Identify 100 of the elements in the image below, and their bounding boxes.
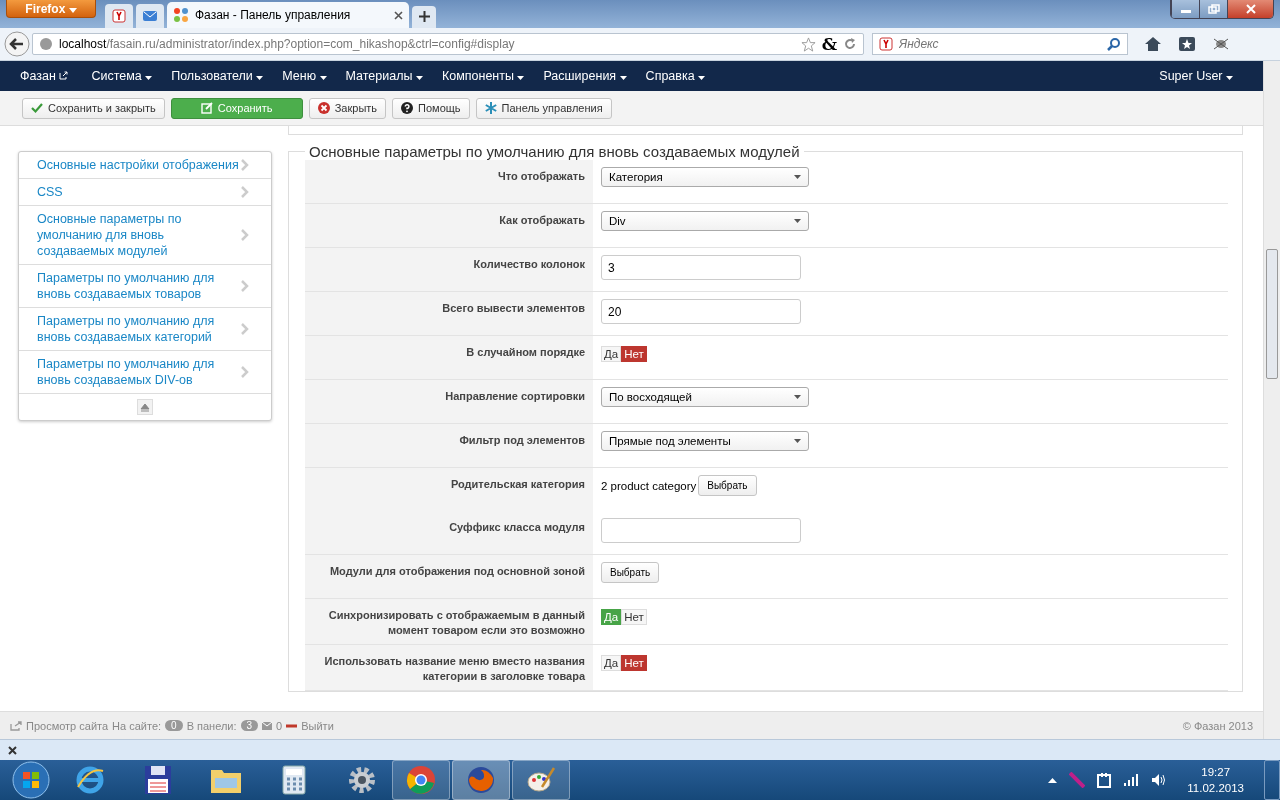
close-icon[interactable] bbox=[8, 745, 17, 755]
pinned-tab[interactable] bbox=[105, 4, 133, 28]
field-label: Суффикс класса модуля bbox=[449, 521, 585, 533]
pinned-tab[interactable] bbox=[136, 4, 164, 28]
caret-icon bbox=[794, 395, 801, 399]
sidebar-item[interactable]: CSS bbox=[19, 179, 271, 206]
clock-time: 19:27 bbox=[1201, 765, 1231, 780]
menu-item[interactable]: Справка bbox=[645, 69, 706, 83]
yandex-icon bbox=[112, 9, 126, 23]
toolbar-button[interactable]: Панель управления bbox=[475, 97, 612, 119]
restore-button[interactable] bbox=[1199, 0, 1227, 18]
caret-icon bbox=[794, 439, 801, 443]
taskbar-app[interactable] bbox=[392, 760, 450, 800]
taskbar-app[interactable] bbox=[452, 760, 510, 800]
select-button[interactable]: Выбрать bbox=[601, 562, 660, 583]
menu-item[interactable]: Меню bbox=[282, 69, 327, 83]
plus-icon bbox=[418, 11, 430, 22]
dropdown[interactable]: Div bbox=[601, 211, 809, 231]
caret-icon bbox=[794, 219, 801, 223]
toggle-option[interactable]: Да bbox=[601, 346, 622, 362]
dropdown[interactable]: По восходящей bbox=[601, 387, 809, 407]
reload-icon[interactable] bbox=[843, 37, 857, 51]
chevron-icon bbox=[241, 186, 249, 198]
sidebar-item[interactable]: Основные параметры по умолчанию для вновь создаваемых модулей bbox=[19, 206, 271, 265]
toolbar-button[interactable]: Помощь bbox=[392, 97, 470, 119]
speaker-icon[interactable] bbox=[1151, 773, 1168, 787]
caret-icon bbox=[698, 76, 706, 80]
start-button[interactable] bbox=[12, 761, 50, 799]
yandex-icon[interactable] bbox=[879, 37, 893, 51]
browser-tab[interactable]: Фазан - Панель управления bbox=[167, 2, 409, 28]
clock[interactable]: 19:27 11.02.2013 bbox=[1187, 764, 1244, 796]
select-button[interactable]: Выбрать bbox=[698, 475, 757, 496]
caret-icon bbox=[1226, 76, 1233, 80]
text-input[interactable] bbox=[601, 518, 801, 543]
sidebar-item[interactable]: Параметры по умолчанию для вновь создаваемых товаров bbox=[19, 265, 271, 308]
checkmark-icon bbox=[31, 102, 43, 114]
toggle-option[interactable]: Нет bbox=[621, 346, 647, 362]
window-close-button[interactable] bbox=[1227, 0, 1273, 18]
menu-item[interactable]: Расширения bbox=[543, 69, 627, 83]
copyright-text: © Фазан 2013 bbox=[1182, 719, 1253, 732]
scrollbar[interactable] bbox=[1263, 61, 1280, 739]
menu-item[interactable]: Материалы bbox=[345, 69, 423, 83]
minus-icon bbox=[286, 723, 298, 728]
dropdown[interactable]: Прямые под элементы bbox=[601, 431, 809, 451]
close-icon bbox=[317, 102, 330, 114]
search-field[interactable]: Яндекс bbox=[872, 33, 1128, 55]
chrome-logo-icon bbox=[406, 765, 436, 795]
show-desktop-button[interactable] bbox=[1264, 760, 1280, 800]
caret-icon bbox=[319, 76, 327, 80]
home-icon[interactable] bbox=[1144, 36, 1162, 52]
user-menu[interactable]: Super User bbox=[1159, 69, 1233, 83]
site-link[interactable]: Фазан bbox=[20, 69, 69, 83]
field-label: Как отображать bbox=[499, 214, 585, 226]
star-icon[interactable] bbox=[800, 36, 816, 52]
text-input[interactable]: 20 bbox=[601, 299, 801, 324]
taskbar-app[interactable] bbox=[512, 760, 570, 800]
signal-bars-icon[interactable] bbox=[1123, 774, 1140, 786]
status-label: В панели: bbox=[186, 719, 237, 732]
eject-icon[interactable] bbox=[137, 399, 153, 415]
chevron-icon bbox=[241, 229, 249, 241]
close-icon bbox=[1244, 4, 1257, 14]
caret-icon bbox=[415, 76, 423, 80]
field-label: Всего вывести элементов bbox=[442, 302, 585, 314]
sidebar-item[interactable]: Параметры по умолчанию для вновь создаваемых категорий bbox=[19, 308, 271, 351]
message-count: 0 bbox=[276, 719, 283, 732]
address-bar[interactable]: localhost/fasain.ru/administrator/index.php?option=com_hikashop&ctrl=config#display & bbox=[32, 33, 864, 55]
toggle-option[interactable]: Нет bbox=[621, 655, 647, 671]
bug-icon[interactable] bbox=[1212, 36, 1230, 52]
menu-item[interactable]: Пользователи bbox=[171, 69, 264, 83]
addon-icon[interactable]: & bbox=[821, 34, 837, 54]
toggle-option[interactable]: Нет bbox=[621, 609, 647, 625]
toggle-option[interactable]: Да bbox=[601, 655, 622, 671]
field-label: Что отображать bbox=[498, 170, 585, 182]
firefox-logo-icon bbox=[466, 765, 496, 795]
close-icon[interactable] bbox=[394, 10, 403, 20]
count-badge: 0 bbox=[165, 720, 183, 731]
count-badge: 3 bbox=[240, 720, 259, 731]
text-input[interactable]: 3 bbox=[601, 255, 801, 280]
restore-icon bbox=[1207, 4, 1220, 14]
sidebar-item[interactable]: Параметры по умолчанию для вновь создаваемых DIV-ов bbox=[19, 351, 271, 394]
menu-item[interactable]: Система bbox=[91, 69, 153, 83]
toolbar-button[interactable]: Сохранить и закрыть bbox=[22, 97, 165, 119]
browser-e-icon bbox=[75, 765, 105, 795]
toolbar-button[interactable]: Закрыть bbox=[308, 97, 387, 119]
bookmarks-icon[interactable] bbox=[1178, 36, 1196, 52]
back-button[interactable] bbox=[4, 31, 30, 57]
external-link-icon bbox=[59, 71, 69, 80]
field-label: Фильтр под элементов bbox=[459, 434, 585, 446]
search-icon[interactable] bbox=[1107, 37, 1121, 51]
new-tab-button[interactable] bbox=[412, 6, 436, 28]
caret-icon bbox=[256, 76, 264, 80]
tray-arrow-icon[interactable] bbox=[1048, 777, 1058, 783]
envelope-icon bbox=[262, 721, 273, 730]
dropdown[interactable]: Категория bbox=[601, 167, 809, 187]
paint-palette-icon bbox=[526, 765, 556, 795]
menu-item[interactable]: Компоненты bbox=[441, 69, 525, 83]
tab-title: Фазан - Панель управления bbox=[195, 8, 352, 22]
sidebar-item[interactable]: Основные настройки отображения bbox=[19, 152, 271, 179]
minimize-button[interactable] bbox=[1171, 0, 1199, 18]
field-label: Родительская категория bbox=[450, 478, 585, 490]
